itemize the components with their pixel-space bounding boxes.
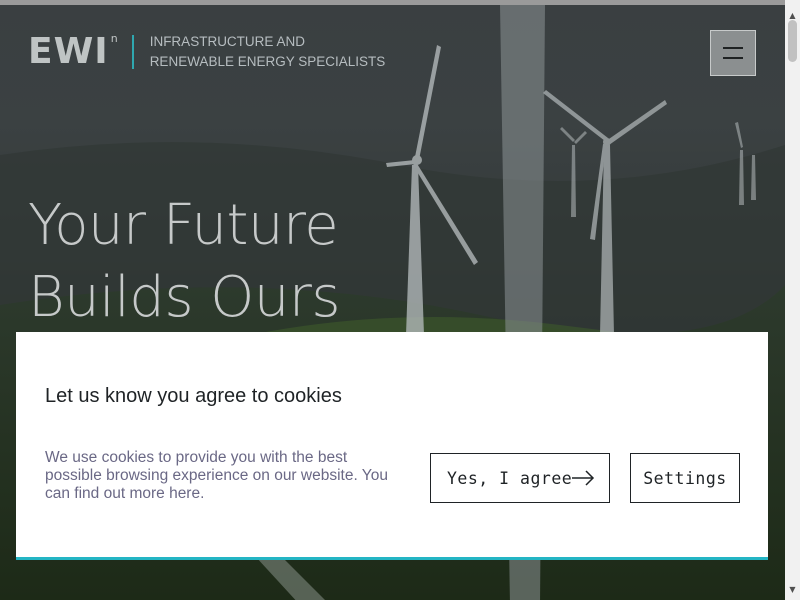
scroll-up-icon[interactable]: ▲ — [785, 11, 800, 20]
headline-line-2: Builds Ours — [28, 265, 341, 330]
settings-button-label: Settings — [643, 468, 727, 488]
headline-line-1: Your Future — [28, 193, 339, 258]
page-scrollbar[interactable]: ▲ ▼ — [785, 0, 800, 600]
agree-button-label: Yes, I agree — [447, 468, 573, 488]
logo-registered-mark: n — [110, 31, 118, 45]
logo-text: EWI — [28, 31, 109, 72]
scroll-down-icon[interactable]: ▼ — [785, 585, 800, 594]
menu-button[interactable] — [710, 30, 756, 76]
agree-button[interactable]: Yes, I agree — [430, 453, 610, 503]
scrollbar-thumb[interactable] — [788, 20, 797, 62]
cookie-title: Let us know you agree to cookies — [45, 385, 342, 407]
hamburger-icon-bar — [723, 57, 743, 59]
tagline-line-1: INFRASTRUCTURE AND — [149, 34, 305, 49]
tagline-line-2: RENEWABLE ENERGY SPECIALISTS — [149, 54, 386, 69]
hamburger-icon — [723, 47, 743, 49]
settings-button[interactable]: Settings — [630, 453, 740, 503]
logo-tagline: INFRASTRUCTURE AND RENEWABLE ENERGY SPEC… — [150, 32, 386, 72]
logo-divider — [131, 35, 134, 69]
arrow-right-icon — [572, 470, 595, 486]
cookie-banner: Let us know you agree to cookies We use … — [16, 332, 768, 560]
hero-headline: Your Future Builds Ours — [28, 190, 628, 334]
cookie-description: We use cookies to provide you with the b… — [45, 449, 388, 502]
site-logo[interactable]: EWI n INFRASTRUCTURE AND RENEWABLE ENERG… — [28, 32, 385, 72]
